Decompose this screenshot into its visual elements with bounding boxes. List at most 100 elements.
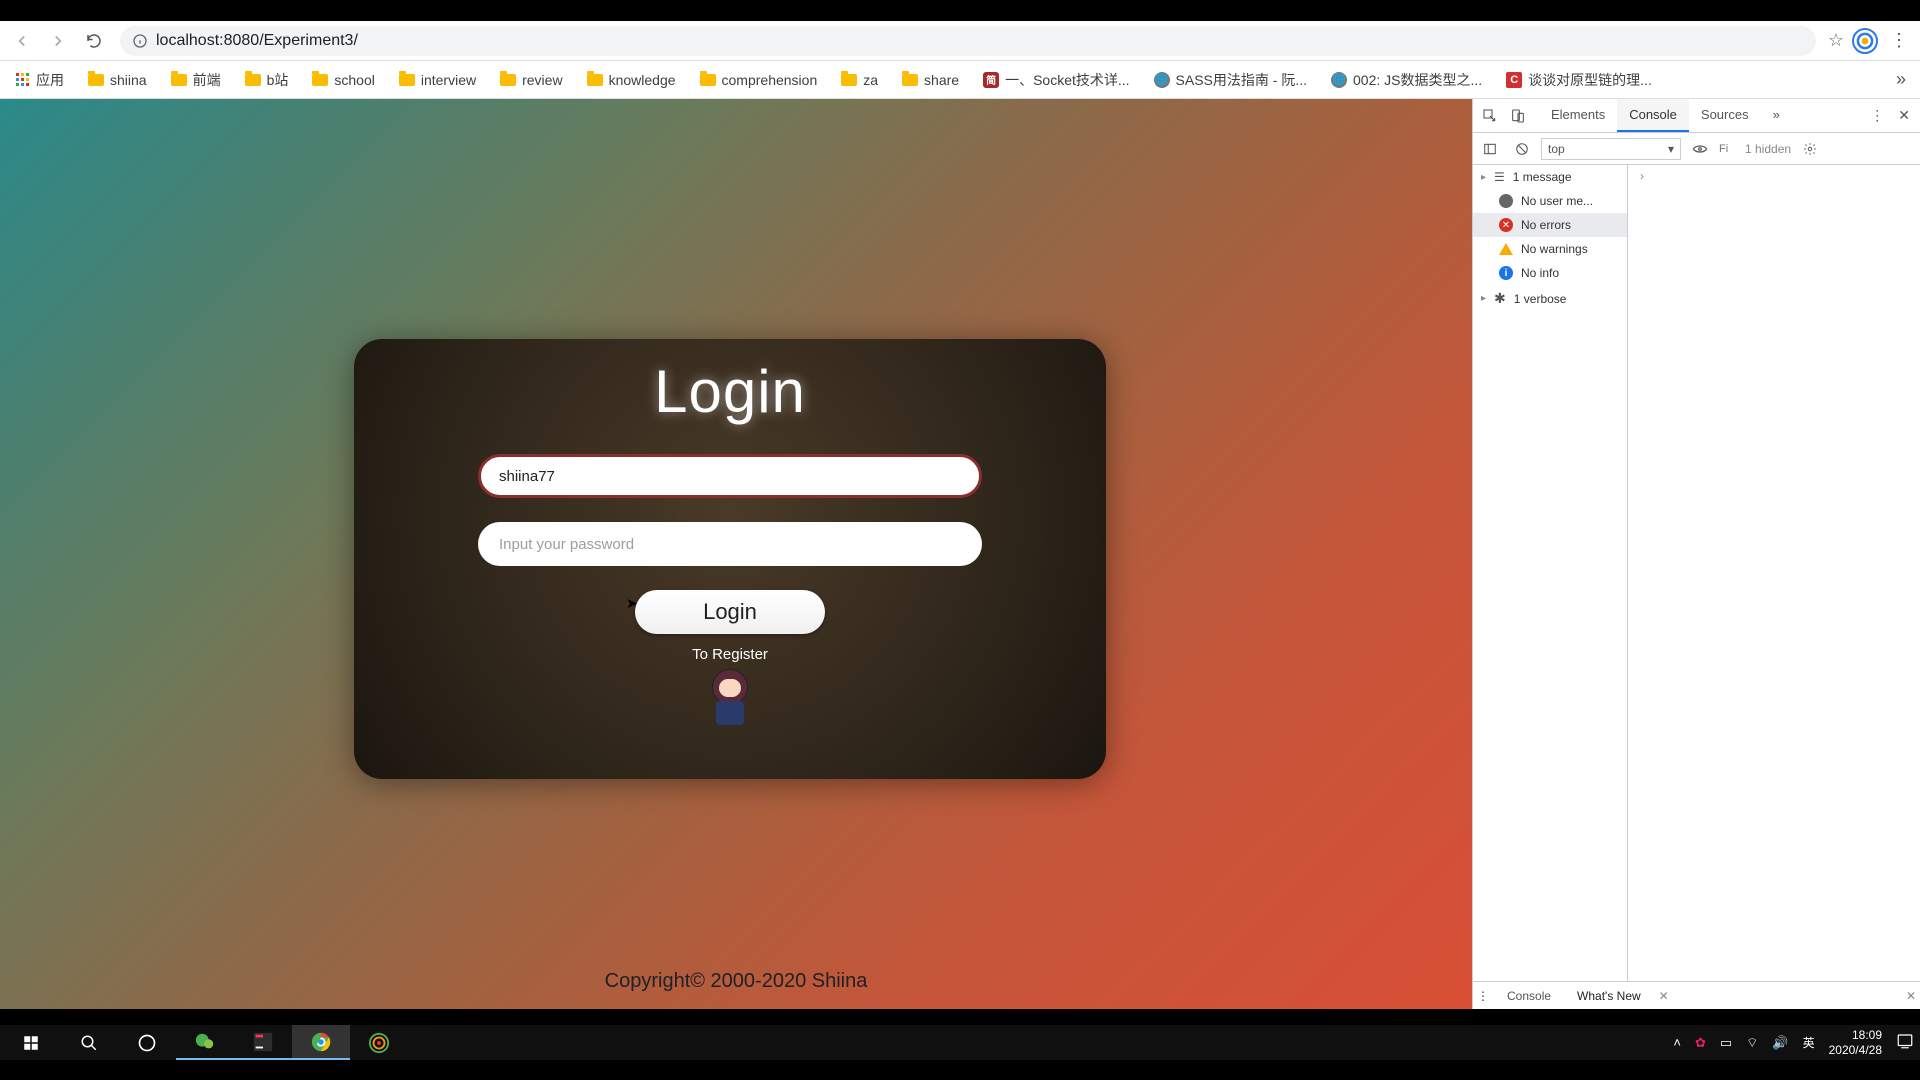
- folder-icon: [171, 74, 187, 86]
- apps-icon: [16, 73, 30, 87]
- taskbar-clock[interactable]: 18:09 2020/4/28: [1829, 1028, 1882, 1057]
- device-toggle-icon[interactable]: [1505, 104, 1531, 128]
- bookmark-item[interactable]: school: [302, 68, 384, 92]
- globe-icon: 🌐: [1331, 72, 1347, 88]
- inspect-element-icon[interactable]: [1477, 104, 1503, 128]
- drawer-close-icon[interactable]: ✕: [1906, 989, 1916, 1003]
- console-output[interactable]: ›: [1628, 165, 1920, 981]
- taskbar-app-wechat[interactable]: [176, 1025, 234, 1060]
- favicon-icon: 简: [983, 72, 999, 88]
- system-tray: ˄ ✿ ▭ ⌔ 🔊 英 18:09 2020/4/28: [1673, 1028, 1918, 1057]
- bookmark-item[interactable]: interview: [389, 68, 486, 92]
- devtools-settings-icon[interactable]: ⋮: [1864, 107, 1890, 124]
- bookmark-item[interactable]: knowledge: [577, 68, 686, 92]
- devtools-header: Elements Console Sources » ⋮ ✕: [1473, 99, 1920, 133]
- bookmark-item[interactable]: 前端: [161, 66, 231, 94]
- bookmark-item[interactable]: C谈谈对原型链的理...: [1496, 66, 1662, 94]
- devtools-panel: Elements Console Sources » ⋮ ✕ top▾ 1 hi…: [1472, 99, 1920, 1009]
- drawer-menu-icon[interactable]: ⋮: [1477, 989, 1489, 1003]
- mouse-cursor-icon: ➤: [626, 595, 638, 612]
- tab-overflow[interactable]: »: [1761, 99, 1792, 132]
- avatar-icon: [700, 669, 760, 729]
- tray-chevron-icon[interactable]: ˄: [1673, 1035, 1681, 1050]
- sidebar-toggle-icon[interactable]: [1477, 137, 1503, 161]
- letterbox-top: [0, 0, 1920, 21]
- bookmark-item[interactable]: 简一、Socket技术详...: [973, 66, 1139, 94]
- console-filter-input[interactable]: [1719, 143, 1739, 155]
- clear-console-icon[interactable]: [1509, 137, 1535, 161]
- ime-indicator[interactable]: 英: [1803, 1034, 1815, 1051]
- folder-icon: [399, 74, 415, 86]
- footer-copyright: Copyright© 2000-2020 Shiina: [605, 970, 868, 993]
- sidebar-messages[interactable]: ▸☰1 message: [1473, 165, 1627, 189]
- username-input[interactable]: [478, 454, 982, 498]
- sidebar-user-messages[interactable]: No user me...: [1473, 189, 1627, 213]
- tray-app-icon[interactable]: ✿: [1695, 1035, 1706, 1051]
- forward-button[interactable]: [44, 27, 72, 55]
- apps-label: 应用: [36, 70, 64, 90]
- live-expression-icon[interactable]: [1687, 137, 1713, 161]
- apps-button[interactable]: 应用: [6, 66, 74, 94]
- drawer-tab-whatsnew[interactable]: What's New: [1569, 985, 1649, 1007]
- login-button[interactable]: Login: [635, 590, 825, 634]
- context-selector[interactable]: top▾: [1541, 138, 1681, 160]
- tray-wifi-icon[interactable]: ⌔: [1746, 1035, 1758, 1051]
- profile-avatar-button[interactable]: [1852, 28, 1878, 54]
- password-input[interactable]: [478, 522, 982, 566]
- register-link[interactable]: To Register: [394, 646, 1066, 663]
- folder-icon: [902, 74, 918, 86]
- search-button[interactable]: [60, 1025, 118, 1060]
- sidebar-info[interactable]: iNo info: [1473, 261, 1627, 285]
- taskbar-app-intellij[interactable]: [234, 1025, 292, 1060]
- bookmark-item[interactable]: za: [831, 68, 888, 92]
- login-title: Login: [394, 357, 1066, 426]
- task-view-button[interactable]: [118, 1025, 176, 1060]
- bookmark-item[interactable]: b站: [235, 66, 299, 94]
- tray-battery-icon[interactable]: ▭: [1720, 1035, 1732, 1051]
- folder-icon: [245, 74, 261, 86]
- folder-icon: [841, 74, 857, 86]
- folder-icon: [500, 74, 516, 86]
- tray-volume-icon[interactable]: 🔊: [1772, 1035, 1788, 1051]
- reload-button[interactable]: [80, 27, 108, 55]
- folder-icon: [88, 74, 104, 86]
- browser-chrome: localhost:8080/Experiment3/ ☆ ⋮ 应用 shiin…: [0, 21, 1920, 1009]
- close-icon[interactable]: ✕: [1659, 989, 1669, 1003]
- start-button[interactable]: [2, 1025, 60, 1060]
- tab-console[interactable]: Console: [1617, 99, 1689, 132]
- bookmark-item[interactable]: share: [892, 68, 969, 92]
- sidebar-verbose[interactable]: ▸✱1 verbose: [1473, 285, 1627, 312]
- bookmark-star-icon[interactable]: ☆: [1828, 30, 1844, 51]
- devtools-close-icon[interactable]: ✕: [1892, 107, 1916, 124]
- login-panel: Login Login To Register: [354, 339, 1106, 779]
- browser-menu-button[interactable]: ⋮: [1886, 30, 1912, 51]
- favicon-icon: C: [1506, 72, 1522, 88]
- drawer-tab-console[interactable]: Console: [1499, 985, 1559, 1007]
- bookmark-overflow-button[interactable]: »: [1888, 65, 1914, 94]
- console-settings-icon[interactable]: [1797, 137, 1823, 161]
- bookmark-item[interactable]: review: [490, 68, 572, 92]
- globe-icon: 🌐: [1154, 72, 1170, 88]
- bookmark-item[interactable]: shiina: [78, 68, 157, 92]
- taskbar-app-other[interactable]: [350, 1025, 408, 1060]
- sidebar-warnings[interactable]: No warnings: [1473, 237, 1627, 261]
- back-button[interactable]: [8, 27, 36, 55]
- notifications-button[interactable]: [1896, 1032, 1914, 1053]
- address-bar[interactable]: localhost:8080/Experiment3/: [120, 26, 1816, 56]
- bookmark-item[interactable]: 🌐002: JS数据类型之...: [1321, 66, 1492, 94]
- url-text: localhost:8080/Experiment3/: [156, 32, 358, 50]
- bookmark-item[interactable]: 🌐SASS用法指南 - 阮...: [1144, 66, 1317, 94]
- site-info-icon[interactable]: [132, 33, 148, 49]
- sidebar-errors[interactable]: ✕No errors: [1473, 213, 1627, 237]
- folder-icon: [587, 74, 603, 86]
- tab-sources[interactable]: Sources: [1689, 99, 1761, 132]
- tab-elements[interactable]: Elements: [1539, 99, 1617, 132]
- folder-icon: [700, 74, 716, 86]
- browser-toolbar: localhost:8080/Experiment3/ ☆ ⋮: [0, 21, 1920, 61]
- taskbar-app-chrome[interactable]: [292, 1025, 350, 1060]
- devtools-drawer: ⋮ Console What's New ✕ ✕: [1473, 981, 1920, 1009]
- console-toolbar: top▾ 1 hidden: [1473, 133, 1920, 165]
- bookmark-bar: 应用 shiina 前端 b站 school interview review …: [0, 61, 1920, 99]
- bookmark-item[interactable]: comprehension: [690, 68, 828, 92]
- console-prompt-icon: ›: [1632, 169, 1916, 183]
